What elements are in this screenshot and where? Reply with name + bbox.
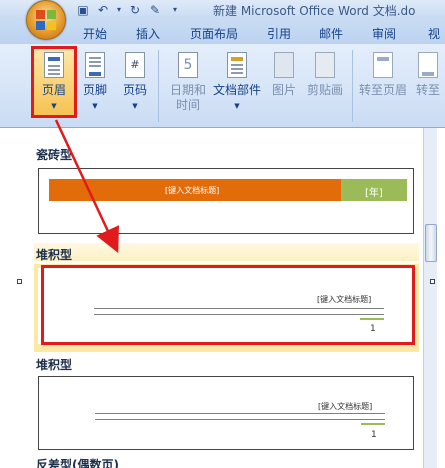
footer-button-label: 页脚 (82, 83, 107, 97)
customize-toolbar-icon[interactable]: ▾ (168, 3, 182, 17)
section-title-stacked-2: 堆积型 (36, 358, 73, 372)
chevron-down-icon: ▼ (92, 102, 98, 110)
resize-handle[interactable] (17, 279, 22, 284)
clipart-label: 剪贴画 (306, 83, 343, 97)
section-title-stacked: 堆积型 (36, 248, 73, 262)
goto-footer-label: 转至 (415, 83, 440, 97)
tab-page-layout[interactable]: 页面布局 (190, 25, 238, 42)
ribbon-separator (352, 50, 353, 122)
chevron-down-icon: ▼ (132, 102, 138, 110)
goto-header-button[interactable]: 转至页眉 (356, 52, 410, 98)
stacked-page-number: 1 (371, 430, 377, 440)
resize-handle[interactable] (430, 279, 435, 284)
document-parts-icon (225, 52, 249, 80)
document-parts-button[interactable]: 文档部件 ▼ (211, 52, 263, 114)
tiles-title-placeholder: [键入文档标题] (165, 186, 220, 195)
date-time-button[interactable]: 5 日期和 时间 (164, 52, 212, 113)
save-icon[interactable]: ▣ (76, 3, 90, 17)
goto-footer-button[interactable]: 转至 (411, 52, 445, 98)
stacked-rule (95, 419, 385, 420)
header-button-label: 页眉 (41, 83, 66, 97)
office-button[interactable] (26, 0, 66, 40)
goto-footer-icon (416, 52, 440, 80)
office-logo-icon (36, 10, 57, 31)
header-option-tiles[interactable]: [键入文档标题] [年] (38, 168, 414, 234)
footer-icon (83, 52, 107, 80)
tab-references[interactable]: 引用 (267, 25, 291, 42)
calendar-icon: 5 (176, 52, 200, 80)
format-painter-icon[interactable]: ✎ (148, 3, 162, 17)
stacked-title-placeholder: [键入文档标题] (318, 402, 373, 411)
section-title-contrast-even: 反差型(偶数页) (36, 458, 119, 468)
title-bar: ▣ ↶ ▾ ↻ ✎ ▾ 新建 Microsoft Office Word 文档.… (0, 0, 445, 20)
picture-icon (272, 52, 296, 80)
document-parts-label: 文档部件 (212, 83, 261, 97)
footer-button[interactable]: 页脚 ▼ (78, 52, 112, 114)
clipart-icon (313, 52, 337, 80)
selection-highlight-box (41, 265, 415, 345)
chevron-down-icon: ▼ (234, 102, 240, 110)
picture-label: 图片 (271, 83, 296, 97)
section-band (34, 243, 419, 261)
tab-mailings[interactable]: 邮件 (319, 25, 343, 42)
page-number-icon: # (123, 52, 147, 80)
page-number-button[interactable]: # 页码 ▼ (118, 52, 152, 114)
section-title-tiles: 瓷砖型 (36, 148, 73, 162)
dropdown-small-icon[interactable]: ▾ (116, 3, 122, 17)
ribbon-separator (158, 50, 159, 122)
tiles-year-placeholder: [年] (365, 188, 383, 199)
quick-access-toolbar: ▣ ↶ ▾ ↻ ✎ ▾ (76, 2, 182, 18)
header-gallery: 瓷砖型 [键入文档标题] [年] 堆积型 [键入文档标题] 1 堆积型 [键入文… (22, 128, 423, 468)
tab-insert[interactable]: 插入 (136, 25, 160, 42)
goto-header-icon (371, 52, 395, 80)
tab-view[interactable]: 视 (428, 25, 440, 42)
picture-button[interactable]: 图片 (268, 52, 300, 98)
header-icon (42, 52, 66, 80)
ribbon-tabs: 开始 插入 页面布局 引用 邮件 审阅 视 (0, 20, 445, 44)
date-time-label-1: 日期和 (169, 83, 206, 97)
gallery-scrollbar[interactable] (423, 128, 437, 468)
page-edge (437, 128, 445, 468)
date-time-label-2: 时间 (175, 98, 200, 112)
stacked-accent-line (361, 423, 385, 425)
goto-header-label: 转至页眉 (358, 83, 407, 97)
tab-home[interactable]: 开始 (83, 25, 107, 42)
tab-review[interactable]: 审阅 (372, 25, 396, 42)
tiles-title-bar: [键入文档标题] (49, 179, 341, 201)
stacked-rule (95, 413, 385, 414)
tiles-year-bar: [年] (341, 179, 407, 201)
header-option-stacked[interactable]: [键入文档标题] 1 (38, 376, 414, 450)
undo-icon[interactable]: ↶ (96, 3, 110, 17)
header-button[interactable]: 页眉 ▼ (36, 52, 72, 114)
chevron-down-icon: ▼ (51, 102, 57, 110)
scrollbar-thumb[interactable] (425, 224, 437, 262)
window-title: 新建 Microsoft Office Word 文档.do (213, 4, 416, 18)
left-margin (0, 128, 22, 468)
clipart-button[interactable]: 剪贴画 (303, 52, 347, 98)
redo-icon[interactable]: ↻ (128, 3, 142, 17)
page-number-button-label: 页码 (122, 83, 147, 97)
